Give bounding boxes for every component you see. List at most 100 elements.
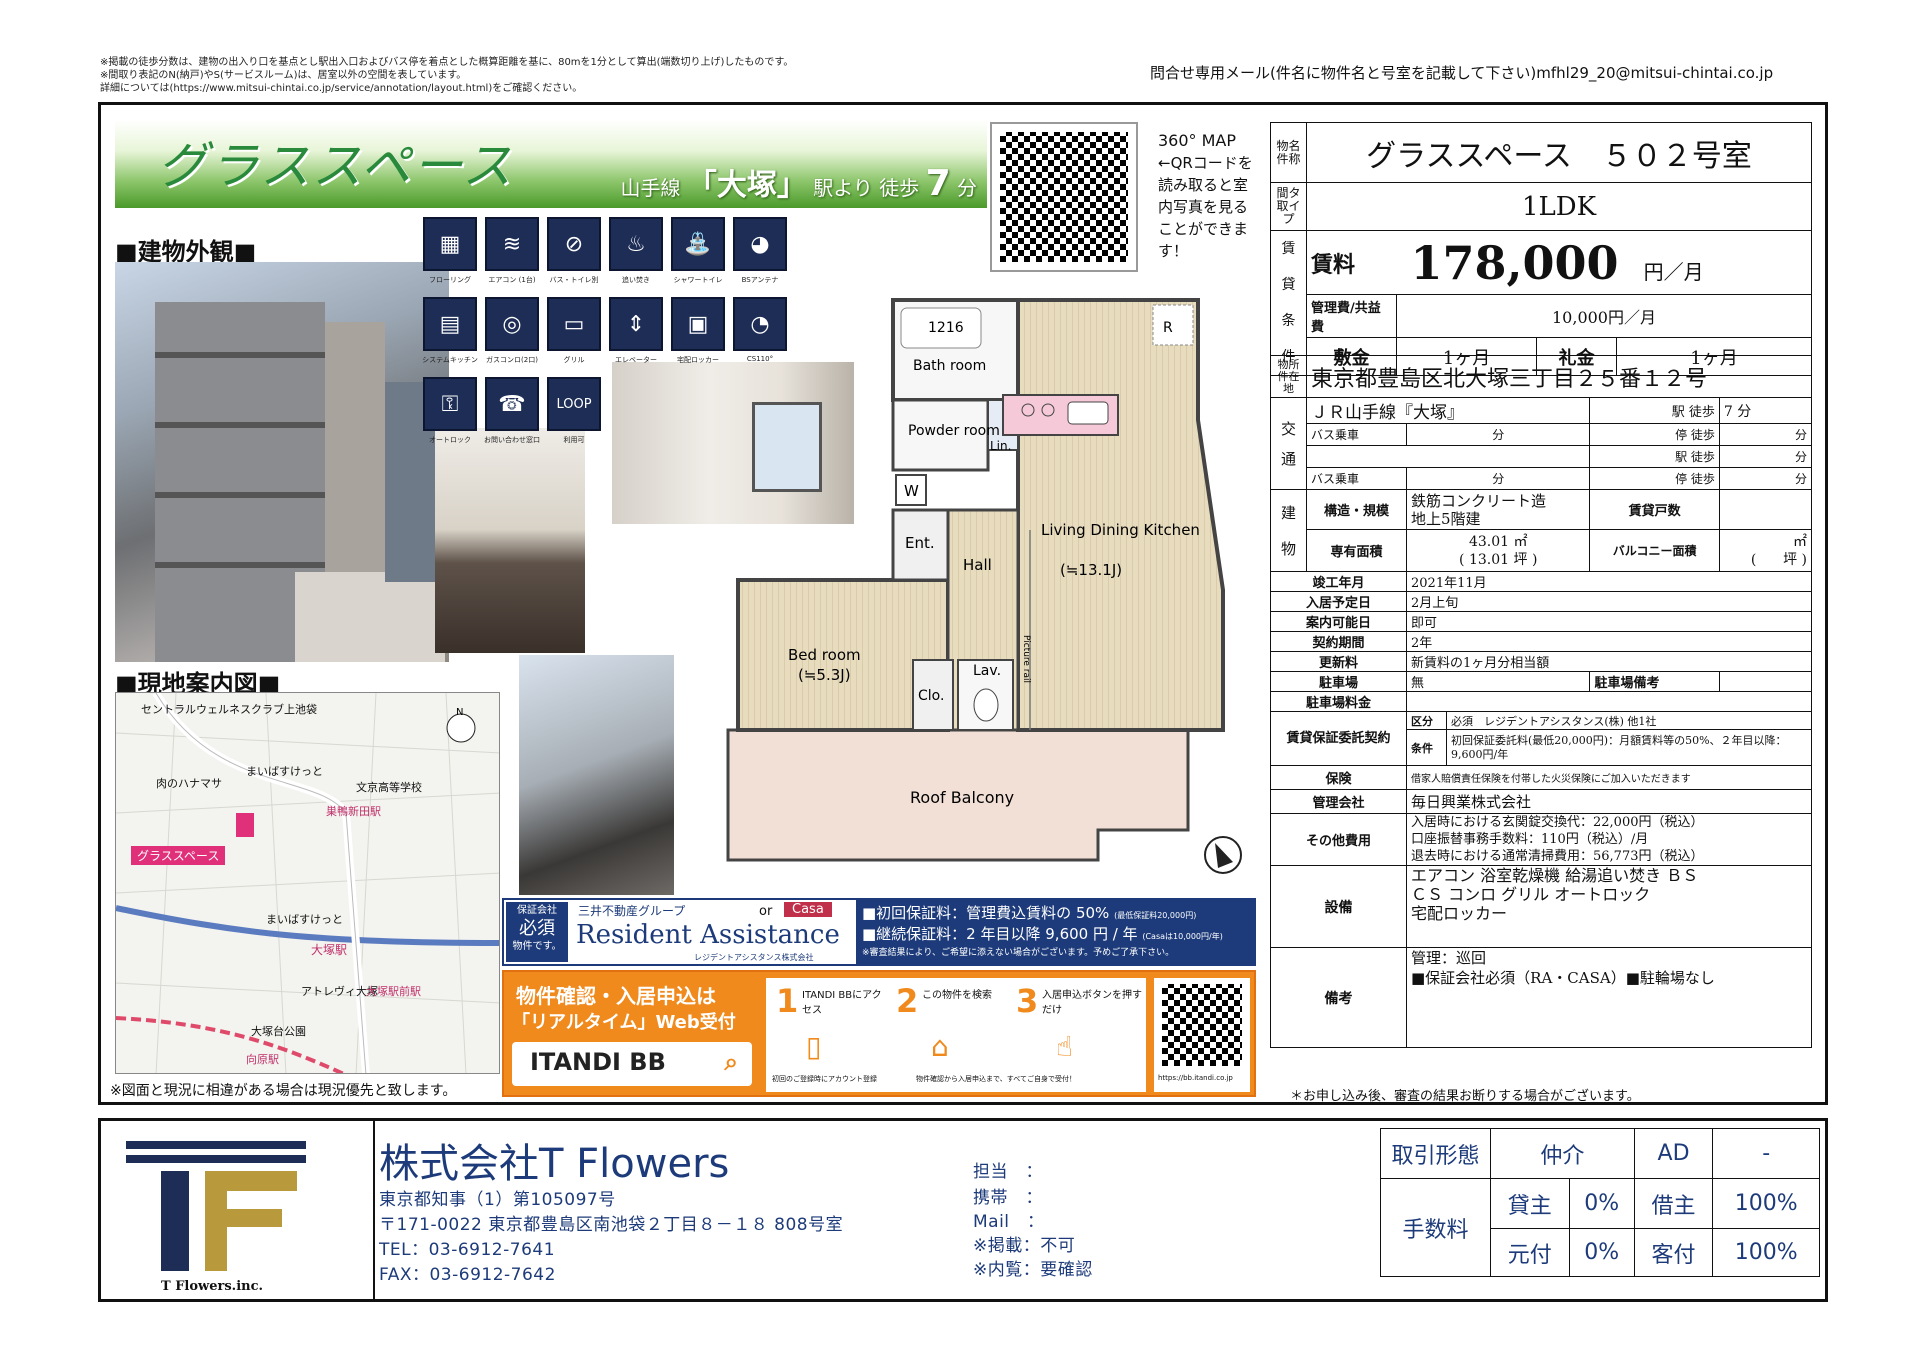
parking-note-label: 駐車場備考 [1589, 671, 1720, 692]
mgmt-company-value: 毎日興業株式会社 [1406, 789, 1812, 814]
casa-label: Casa [784, 902, 832, 917]
itandi-ad[interactable]: 物件確認・入居申込は 「リアルタイム」Web受付 ITANDI BB ⌕ 1 I… [502, 970, 1256, 1097]
deal-label: 取引形態 [1380, 1128, 1491, 1179]
facility-label: エアコン (1台) [488, 276, 536, 284]
station-walk-min-2: 分 [1718, 445, 1813, 468]
grill-icon: ▭ [547, 297, 601, 351]
map-drawing: N [116, 693, 499, 1073]
remarks-1: 管理：巡回 [1411, 949, 1487, 967]
balcony-m2-unit: ㎡ [1793, 533, 1807, 550]
itandi-headline2: 「リアルタイム」Web受付 [512, 1012, 736, 1033]
refrigerator-label: R [1163, 320, 1173, 336]
posting-label: ※掲載：不可 [973, 1236, 1076, 1256]
line-name: 山手線 [620, 176, 681, 200]
contract-period-value: 2年 [1406, 631, 1812, 652]
bus-min-2: 分 [1405, 467, 1591, 490]
itandi-headline: 物件確認・入居申込は [516, 984, 716, 1008]
facility-label: システムキッチン [422, 356, 478, 364]
or-label: or [759, 904, 773, 919]
step-3-text: 入居申込ボタンを押すだけ [1042, 990, 1142, 1016]
step-1-number: 1 [776, 982, 799, 1020]
step-2-text: この物件を検索 [922, 990, 992, 1001]
lavatory-label: Lav. [973, 663, 1001, 679]
movein-label: 入居予定日 [1270, 591, 1407, 612]
hall-label: Hall [963, 556, 992, 574]
note-line: ※掲載の徒歩分数は、建物の出入り口を基点とし駅出入口およびバス停を着点とした概算… [100, 57, 794, 68]
resident-assistance-ad[interactable]: 保証会社 必須 物件です。 三井不動産グループ or Casa Resident… [502, 898, 1256, 966]
parking-value: 無 [1405, 671, 1591, 692]
facility-label: 追い焚き [622, 276, 650, 284]
building-name: グラススペース [157, 137, 514, 195]
ldk-size-label: (≒13.1J) [1060, 561, 1122, 579]
floor-plan: 1216 Bath room Powder room Lin. W Ent. H… [726, 298, 1242, 874]
house-search-icon: ⌂ [931, 1030, 949, 1063]
note-line: 詳細については(https://www.mitsui-chintai.co.jp… [100, 83, 583, 94]
layout-type: 1LDK [1306, 182, 1812, 231]
phone-icon: ▯ [806, 1030, 822, 1063]
rent-label: 賃料 [1306, 229, 1397, 296]
closet-label: Clo. [918, 688, 944, 704]
mgmt-fee-label: 管理費/共益費 [1306, 294, 1397, 339]
bath-size-label: 1216 [928, 320, 964, 336]
itandi-brand-box[interactable]: ITANDI BB ⌕ [512, 1042, 752, 1086]
ldk-label: Living Dining Kitchen [1041, 521, 1200, 539]
guarantee-label: 賃貸保証委託契約 [1270, 711, 1407, 766]
walk-min-unit: 分 [1737, 403, 1752, 420]
ra-line1: ■初回保証料：管理費込賃料の 50% [862, 904, 1110, 922]
map-label-mukohara: 向原駅 [246, 1053, 279, 1066]
balcony-tsubo-unit: 坪 [1783, 551, 1798, 568]
guarantee-kubun-value: 必須 レジデントアシスタンス(株) 他1社 [1446, 711, 1812, 730]
itandi-qr[interactable]: https://bb.itandi.co.jp [1154, 978, 1250, 1092]
license-number: 東京都知事（1）第105097号 [379, 1190, 616, 1210]
ra-brand-sub: レジデントアシスタンス株式会社 [694, 953, 814, 962]
balcony-label: Roof Balcony [910, 788, 1014, 807]
qr-body: ←QRコードを読み取ると室内写真を見ることができます！ [1158, 154, 1253, 260]
facility-label: エレベーター [615, 356, 657, 364]
svg-text:N: N [456, 707, 463, 718]
stop-walk-min-2: 分 [1718, 467, 1813, 490]
badge-top: 保証会社 [517, 905, 557, 916]
itandi-brand: ITANDI BB [530, 1048, 666, 1076]
disclaimer-notes: ※掲載の徒歩分数は、建物の出入り口を基点とし駅出入口およびバス停を着点とした概算… [100, 56, 960, 95]
bus-label: バス乗車 [1306, 423, 1407, 446]
walk-unit: 分 [957, 176, 977, 200]
linen-label: Lin. [990, 439, 1011, 453]
guarantor-badge: 保証会社 必須 物件です。 [506, 902, 568, 962]
group-label: 三井不動産グループ [578, 904, 686, 918]
company-logo: T Flowers.inc. [121, 1139, 311, 1299]
area-tsubo: 13.01 [1468, 551, 1510, 568]
building-banner: グラススペース 山手線 「大塚」 駅より 徒歩 7 分 [115, 120, 987, 208]
walk-value: 7 [1723, 403, 1733, 420]
search-icon: ⌕ [724, 1048, 738, 1076]
building-label: 建物 [1270, 489, 1307, 572]
powder-room-label: Powder room [908, 423, 1000, 439]
kitchen-photo [435, 428, 585, 653]
other-fee-1: 入居時における玄関錠交換代：22,000円（税込） [1411, 815, 1704, 830]
facility-label: フローリング [429, 276, 471, 284]
m2-unit: ㎡ [1513, 533, 1528, 550]
ra-line1-note: (最低保証料20,000円) [1114, 911, 1197, 920]
mobile-label: 携帯 ： [973, 1188, 1043, 1208]
map-label-maibasket-2: まいばすけっと [266, 913, 343, 926]
bath-toilet-icon: ⊘ [547, 217, 601, 271]
parking-fee-label: 駐車場料金 [1270, 691, 1407, 712]
property-summary-table: 物名件称 グラススペース ５０２号室 間タ取イプ 1LDK 賃貸条件 賃料 17… [1270, 122, 1812, 376]
system-kitchen-icon: ▤ [423, 297, 477, 351]
ra-brand: Resident Assistance [576, 920, 840, 950]
viewing-value: 即可 [1406, 611, 1812, 632]
map-label-property: グラススペース [131, 846, 226, 865]
ra-line3: ※審査結果により、ご希望に添えない場合がございます。予めご了承下さい。 [862, 948, 1175, 958]
location-map[interactable]: N セントラルウェルネスクラブ上池袋 肉のハナマサ まいばすけっと 文京高等学校… [115, 692, 500, 1074]
facility-label: バス・トイレ別 [549, 276, 599, 284]
map-label-hanamasa: 肉のハナマサ [156, 777, 222, 790]
bs-antenna-icon: ◕ [733, 217, 787, 271]
tf-logo-icon [126, 1141, 306, 1271]
walk-prefix: 駅より 徒歩 [813, 176, 920, 200]
built-value: 2021年11月 [1406, 571, 1812, 592]
ad-label: AD [1633, 1128, 1714, 1179]
station-name: 「大塚」 [686, 168, 807, 203]
bedroom-size-label: (≒5.3J) [798, 666, 851, 684]
qr-code-360[interactable] [990, 122, 1138, 272]
equipment-label: 設備 [1270, 865, 1407, 948]
ra-fee-box: ■初回保証料：管理費込賃料の 50% (最低保証料20,000円) ■継続保証料… [856, 900, 1254, 964]
